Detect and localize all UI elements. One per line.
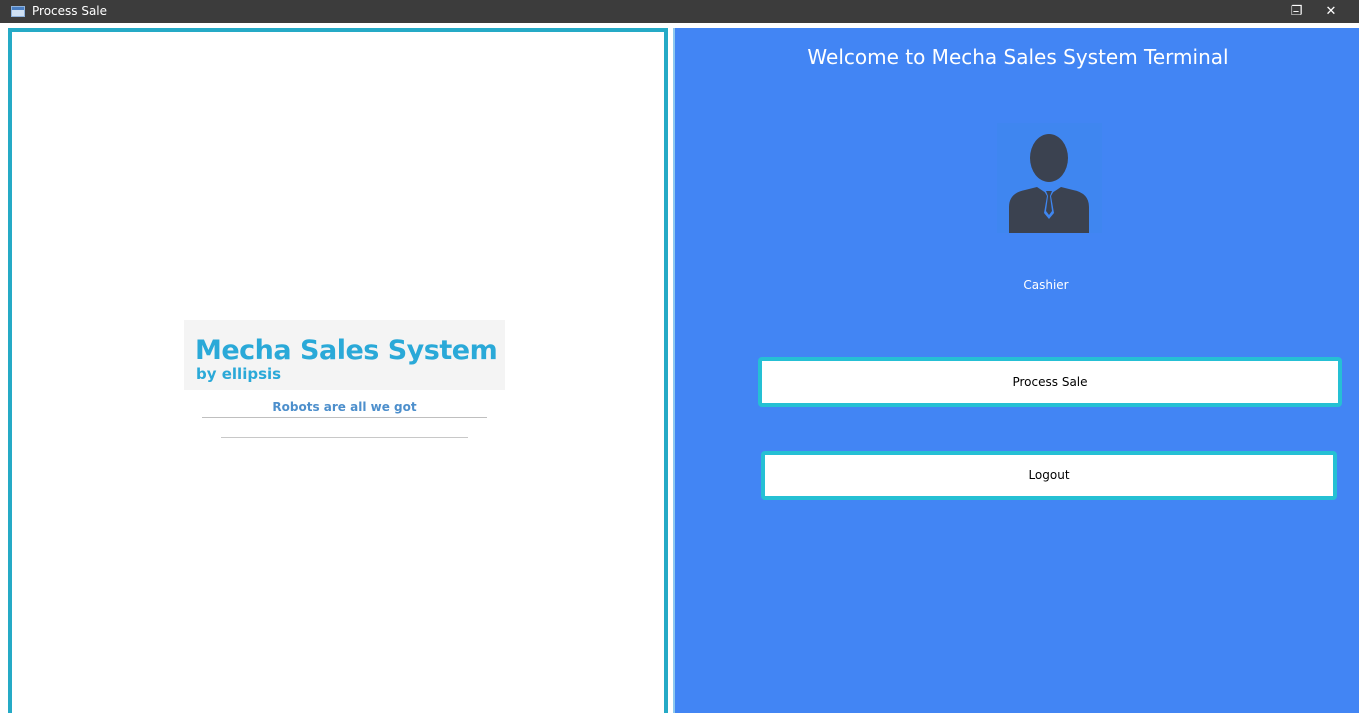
divider bbox=[221, 437, 468, 438]
close-button[interactable]: ✕ bbox=[1310, 0, 1352, 23]
divider bbox=[202, 417, 487, 418]
user-role-label: Cashier bbox=[1023, 278, 1069, 292]
tagline: Robots are all we got bbox=[272, 400, 417, 414]
welcome-heading: Welcome to Mecha Sales System Terminal bbox=[807, 45, 1229, 69]
logo-sub-text: by ellipsis bbox=[196, 365, 282, 383]
terminal-panel: Welcome to Mecha Sales System Terminal C… bbox=[673, 28, 1359, 713]
title-bar: Process Sale – ❐ ✕ bbox=[0, 0, 1359, 23]
restore-button[interactable]: ❐ bbox=[1286, 0, 1307, 23]
logout-button[interactable]: Logout bbox=[761, 451, 1337, 500]
branding-panel: Mecha Sales System by ellipsis Robots ar… bbox=[8, 28, 668, 713]
app-icon bbox=[11, 6, 25, 17]
user-icon bbox=[997, 123, 1102, 233]
logo-main-text: Mecha Sales System bbox=[195, 335, 498, 366]
process-sale-button[interactable]: Process Sale bbox=[758, 357, 1342, 407]
window-title: Process Sale bbox=[32, 4, 108, 18]
logo: Mecha Sales System by ellipsis bbox=[184, 320, 505, 390]
